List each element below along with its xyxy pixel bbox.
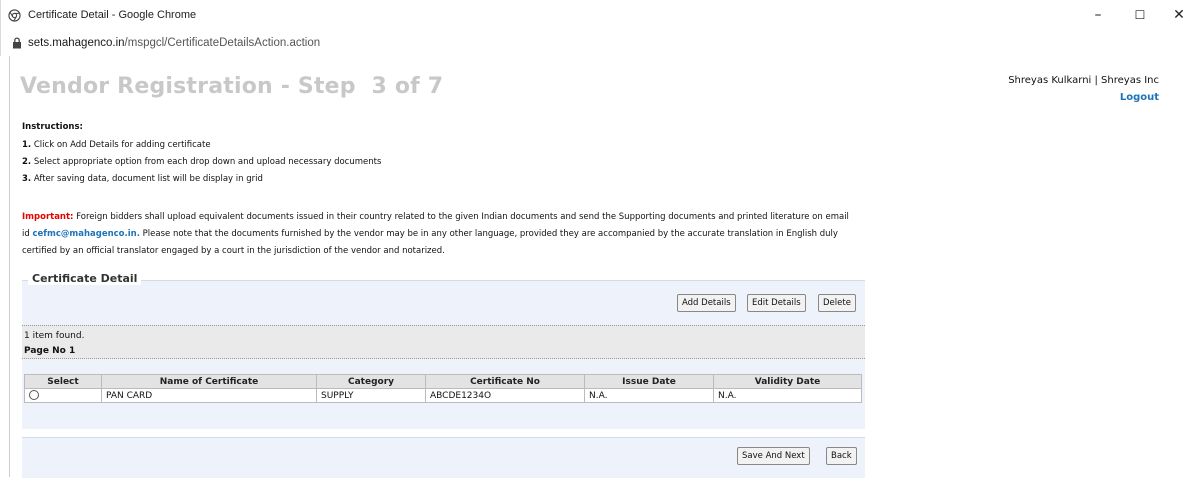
address-bar[interactable]: sets.mahagenco.in/mspgcl/CertificateDeta… [0,32,1187,56]
edit-details-button[interactable]: Edit Details [747,294,806,312]
back-button[interactable]: Back [826,447,857,465]
delete-button[interactable]: Delete [818,294,856,312]
logout-link[interactable]: Logout [1120,92,1159,103]
url-text[interactable]: sets.mahagenco.in/mspgcl/CertificateDeta… [28,37,320,49]
important-notice: Important: Foreign bidders shall upload … [22,209,852,260]
chrome-icon [8,9,21,22]
maximize-button[interactable]: ☐ [1125,4,1155,26]
column-header-issue-date: Issue Date [584,374,714,389]
validity-date-cell: N.A. [713,388,862,403]
instruction-item: 2. Select appropriate option from each d… [22,157,382,167]
certificate-detail-legend: Certificate Detail [28,272,142,285]
email-link[interactable]: cefmc@mahagenco.in. [32,229,139,239]
important-text-2: Please note that the documents furnished… [22,229,838,256]
certificate-name-cell: PAN CARD [101,388,317,403]
action-bar: Save And Next Back [22,437,865,478]
content-divider [9,56,10,477]
important-label: Important: [22,212,74,222]
save-and-next-button[interactable]: Save And Next [737,447,810,465]
column-header-certificate-no: Certificate No [425,374,585,389]
certificate-table: Select Name of Certificate Category Cert… [24,374,862,403]
close-button[interactable]: ✕ [1164,4,1187,26]
instruction-item: 3. After saving data, document list will… [22,174,263,184]
select-cell[interactable] [24,388,102,403]
instructions-heading: Instructions: [22,122,83,132]
table-header-row: Select Name of Certificate Category Cert… [24,374,862,389]
column-header-category: Category [316,374,426,389]
page-title: Vendor Registration - Step 3 of 7 [20,74,444,99]
certificate-detail-panel: Certificate Detail Add Details Edit Deta… [22,272,865,429]
results-info: 1 item found. Page No 1 [22,325,865,359]
column-header-select: Select [24,374,102,389]
issue-date-cell: N.A. [584,388,714,403]
window-title: Certificate Detail - Google Chrome [28,9,197,21]
instruction-item: 1. Click on Add Details for adding certi… [22,140,211,150]
page-number: Page No 1 [24,346,76,356]
minimize-button[interactable]: – [1083,4,1113,26]
certificate-no-cell: ABCDE1234O [425,388,585,403]
url-path: /mspgcl/CertificateDetailsAction.action [124,37,321,49]
add-details-button[interactable]: Add Details [677,294,736,312]
column-header-validity-date: Validity Date [713,374,862,389]
column-header-name: Name of Certificate [101,374,317,389]
user-info: Shreyas Kulkarni | Shreyas Inc [1008,75,1159,86]
lock-icon [13,37,21,49]
items-found-text: 1 item found. [24,331,85,341]
browser-title-bar: Certificate Detail - Google Chrome – ☐ ✕ [0,0,1187,32]
category-cell: SUPPLY [316,388,426,403]
select-radio[interactable] [29,390,39,401]
table-row[interactable]: PAN CARD SUPPLY ABCDE1234O N.A. N.A. [24,388,862,403]
url-domain: sets.mahagenco.in [28,37,125,49]
